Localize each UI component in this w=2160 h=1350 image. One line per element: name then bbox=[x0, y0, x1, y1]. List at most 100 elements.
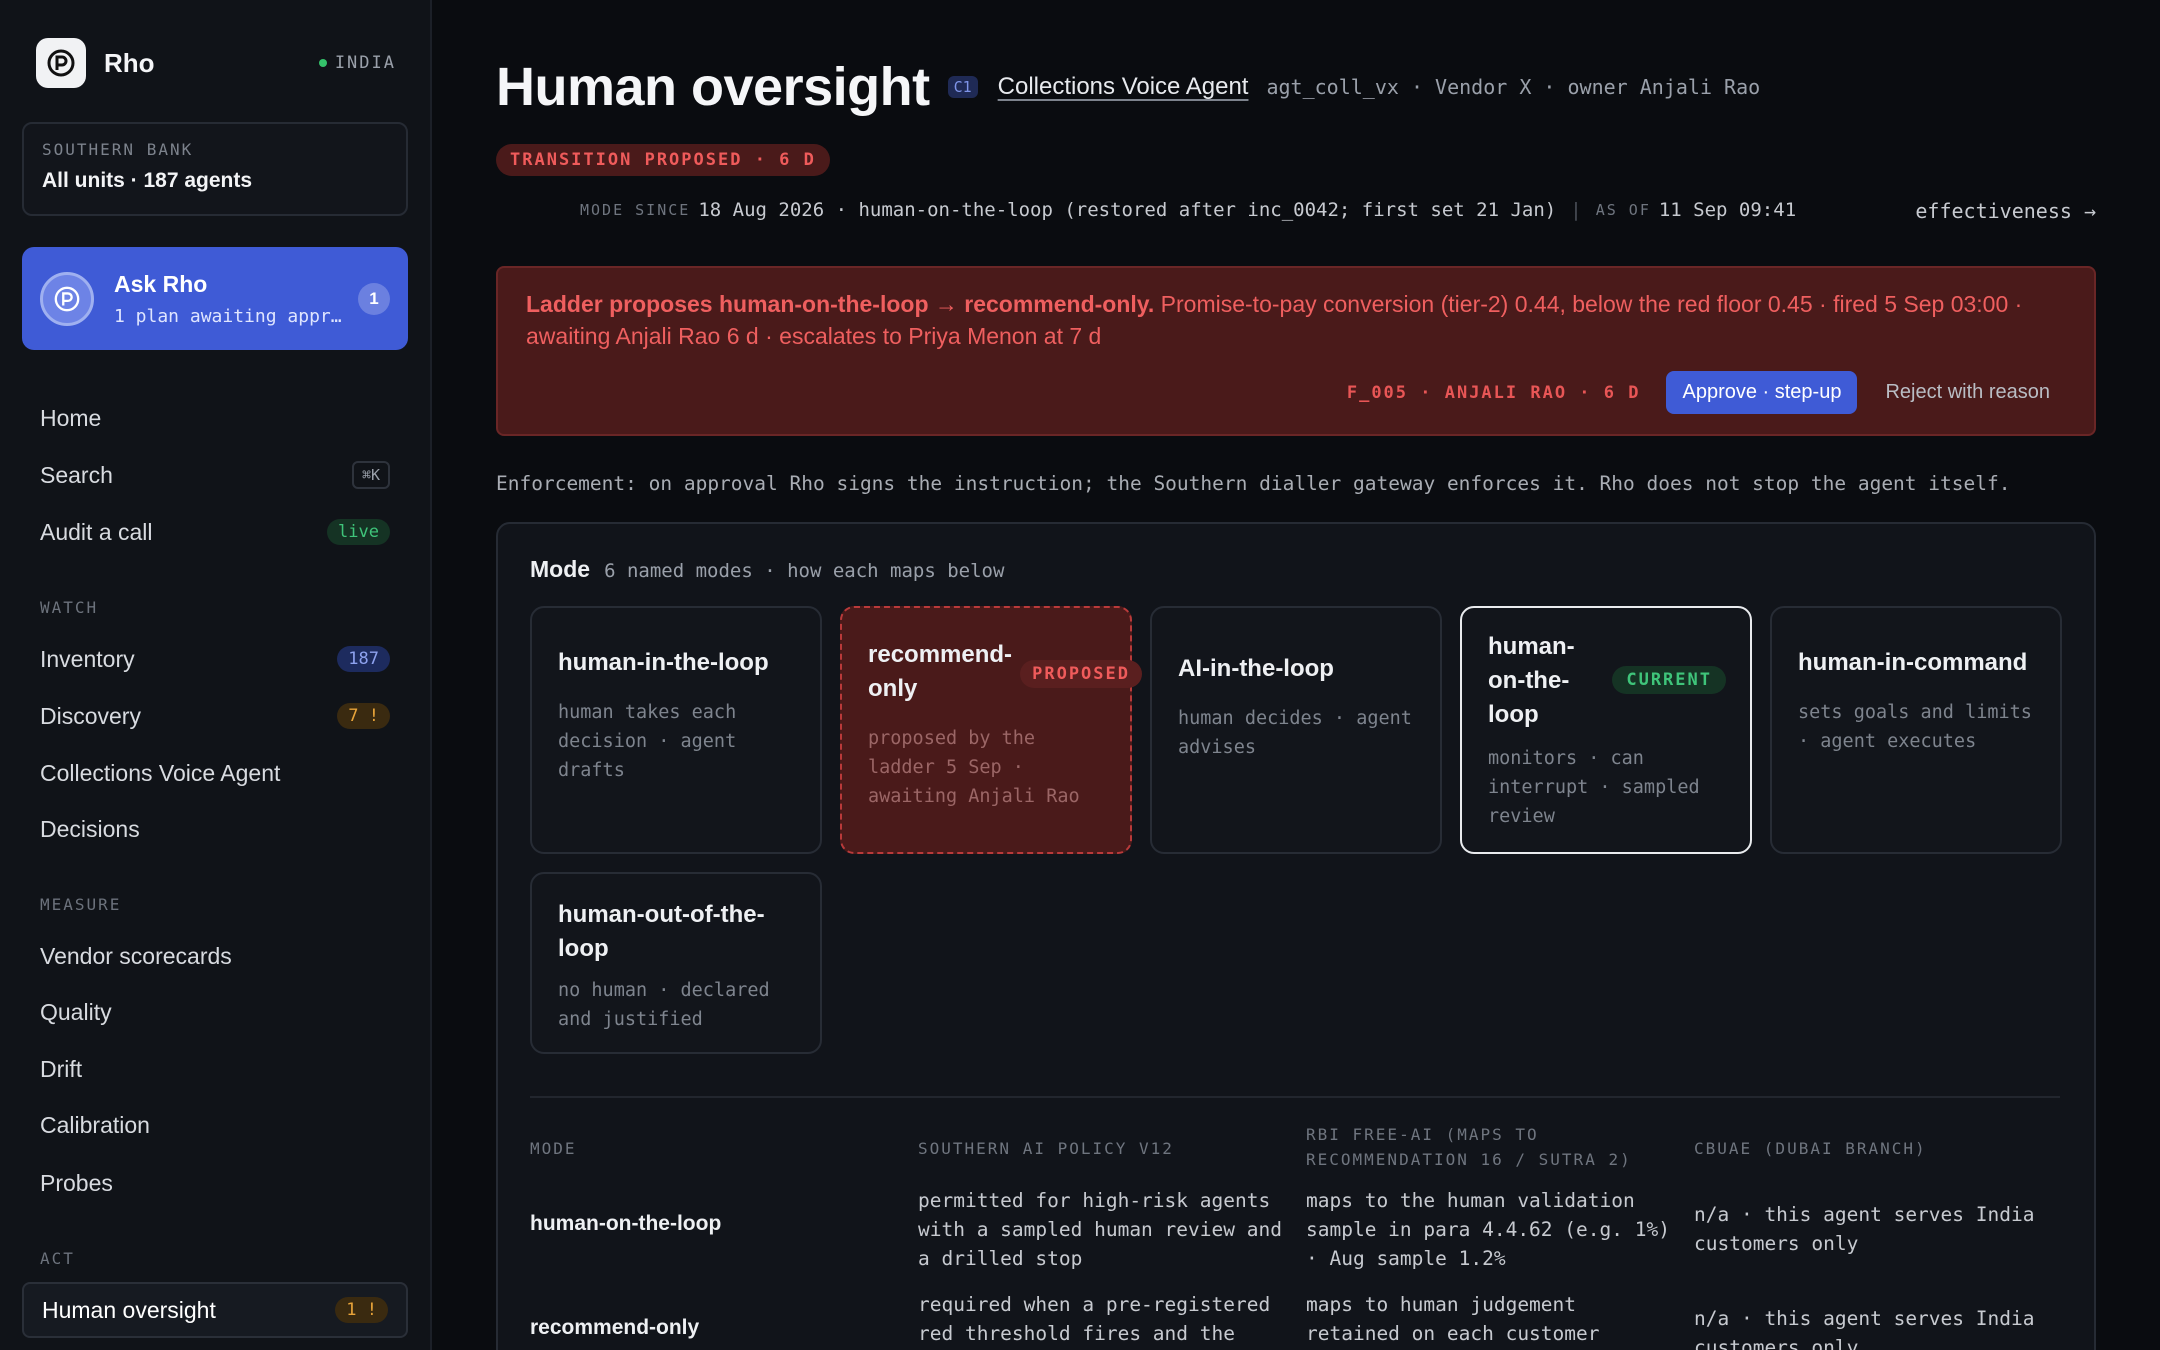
alert-meta: F_005 · ANJALI RAO · 6 D bbox=[1346, 382, 1641, 403]
table-header-southern-policy: SOUTHERN AI POLICY V12 bbox=[918, 1139, 1174, 1158]
table-header-rbi: RBI FREE-AI (MAPS TO RECOMMENDATION 16 /… bbox=[1306, 1125, 1632, 1169]
tier-badge: C1 bbox=[947, 76, 978, 98]
mode-description: proposed by the ladder 5 Sep · awaiting … bbox=[868, 728, 1080, 807]
live-badge: live bbox=[327, 519, 390, 545]
transition-status-badge: TRANSITION PROPOSED · 6 D bbox=[496, 144, 830, 176]
region-label: INDIA bbox=[334, 53, 396, 73]
mode-name: human-on-the-loop bbox=[1488, 633, 1575, 728]
org-value: All units · 187 agents bbox=[42, 169, 253, 192]
mode-description: sets goals and limits · agent executes bbox=[1798, 702, 2032, 752]
table-cell-mode: recommend-only bbox=[530, 1316, 700, 1339]
mode-card-recommend-only[interactable]: recommend-only proposed by the ladder 5 … bbox=[840, 606, 1142, 854]
mode-name: recommend-only bbox=[868, 641, 1013, 702]
reject-button[interactable]: Reject with reason bbox=[1885, 381, 2050, 404]
page-title: Human oversight bbox=[496, 57, 930, 117]
mode-since-value: 18 Aug 2026 · human-on-the-loop (restore… bbox=[698, 199, 1557, 221]
approve-button[interactable]: Approve · step-up bbox=[1666, 371, 1858, 414]
agent-meta: agt_coll_vx · Vendor X · owner Anjali Ra… bbox=[1266, 75, 1761, 99]
mode-name: AI-in-the-loop bbox=[1178, 655, 1334, 682]
sidebar-item-label: Drift bbox=[40, 1055, 83, 1082]
mode-card-ai-in-the-loop[interactable]: AI-in-the-loop human decides · agent adv… bbox=[1150, 606, 1442, 854]
ask-rho-count-badge: 1 bbox=[358, 282, 390, 315]
current-badge: CURRENT bbox=[1612, 666, 1726, 694]
mode-name: human-out-of-the-loop bbox=[558, 901, 765, 962]
panel-subtitle: 6 named modes · how each maps below bbox=[604, 560, 1005, 582]
table-cell: n/a · this agent serves India customers … bbox=[1694, 1203, 2035, 1255]
mode-description: human takes each decision · agent drafts bbox=[558, 702, 737, 781]
mode-card-human-out-of-the-loop[interactable]: human-out-of-the-loop no human · declare… bbox=[530, 872, 822, 1054]
brand-name: Rho bbox=[104, 47, 155, 78]
nav-section-watch: WATCH bbox=[40, 598, 99, 617]
sidebar-item-drift[interactable]: Drift bbox=[22, 1045, 408, 1093]
as-of-value: 11 Sep 09:41 bbox=[1658, 199, 1797, 221]
mode-card-human-in-command[interactable]: human-in-command sets goals and limits ·… bbox=[1770, 606, 2062, 854]
mode-description: monitors · can interrupt · sampled revie… bbox=[1488, 748, 1700, 827]
mode-since-label: MODE SINCE bbox=[580, 201, 691, 219]
org-switcher[interactable]: SOUTHERN BANK All units · 187 agents bbox=[22, 122, 408, 216]
sidebar: Rho INDIA SOUTHERN BANK All units · 187 … bbox=[0, 0, 432, 1350]
region-indicator[interactable]: INDIA bbox=[318, 53, 396, 73]
brand: Rho INDIA bbox=[36, 38, 396, 88]
sidebar-item-label: Vendor scorecards bbox=[40, 942, 232, 969]
sidebar-item-decisions[interactable]: Decisions bbox=[22, 805, 408, 853]
sidebar-item-search[interactable]: Search ⌘K bbox=[22, 451, 408, 499]
effectiveness-link[interactable]: effectiveness → bbox=[1915, 199, 2096, 223]
table-cell: n/a · this agent serves India customers … bbox=[1694, 1307, 2035, 1350]
transition-alert: Ladder proposes human-on-the-loop → reco… bbox=[496, 266, 2096, 436]
mode-name: human-in-command bbox=[1798, 649, 2028, 676]
ask-rho-button[interactable]: Ask Rho 1 plan awaiting approval 1 bbox=[22, 247, 408, 350]
sidebar-item-collections-voice-agent[interactable]: Collections Voice Agent bbox=[22, 749, 408, 797]
table-cell: permitted for high-risk agents with a sa… bbox=[918, 1189, 1282, 1270]
sidebar-item-label: Inventory bbox=[40, 645, 135, 672]
mode-description: human decides · agent advises bbox=[1178, 708, 1412, 758]
sidebar-item-audit[interactable]: Audit a call live bbox=[22, 508, 408, 556]
proposed-badge: PROPOSED bbox=[1020, 660, 1142, 688]
sidebar-item-label: Calibration bbox=[40, 1111, 150, 1138]
mode-description: no human · declared and justified bbox=[558, 980, 770, 1030]
agent-link[interactable]: Collections Voice Agent bbox=[998, 73, 1249, 101]
nav-section-act: ACT bbox=[40, 1249, 75, 1268]
sidebar-item-label: Quality bbox=[40, 998, 112, 1025]
mode-name: human-in-the-loop bbox=[558, 649, 769, 676]
divider bbox=[530, 1096, 2060, 1098]
ask-rho-title: Ask Rho bbox=[114, 270, 208, 297]
sidebar-item-inventory[interactable]: Inventory 187 bbox=[22, 635, 408, 683]
table-cell: maps to human judgement retained on each… bbox=[1306, 1293, 1600, 1345]
rho-avatar-icon bbox=[40, 271, 94, 326]
sidebar-item-label: Audit a call bbox=[40, 518, 153, 545]
separator: | bbox=[1570, 199, 1582, 221]
org-label: SOUTHERN BANK bbox=[42, 140, 194, 159]
sidebar-item-vendor-scorecards[interactable]: Vendor scorecards bbox=[22, 932, 408, 980]
sidebar-item-label: Decisions bbox=[40, 815, 140, 842]
sidebar-item-discovery[interactable]: Discovery 7 ! bbox=[22, 692, 408, 740]
sidebar-item-label: Home bbox=[40, 404, 102, 431]
sidebar-item-label: Collections Voice Agent bbox=[40, 759, 281, 786]
sidebar-item-probes[interactable]: Probes bbox=[22, 1159, 408, 1207]
enforcement-note: Enforcement: on approval Rho signs the i… bbox=[496, 472, 2011, 495]
sidebar-item-quality[interactable]: Quality bbox=[22, 988, 408, 1036]
panel-title: Mode bbox=[530, 556, 591, 582]
sidebar-item-home[interactable]: Home bbox=[22, 394, 408, 442]
alert-badge: 1 ! bbox=[335, 1297, 388, 1323]
sidebar-item-label: Discovery bbox=[40, 702, 141, 729]
mode-card-human-on-the-loop[interactable]: human-on-the-loop monitors · can interru… bbox=[1460, 606, 1752, 854]
table-cell-mode: human-on-the-loop bbox=[530, 1212, 722, 1235]
sidebar-item-label: Human oversight bbox=[42, 1296, 216, 1323]
as-of-label: AS OF bbox=[1595, 201, 1651, 219]
mode-card-human-in-the-loop[interactable]: human-in-the-loop human takes each decis… bbox=[530, 606, 822, 854]
table-header-cbuae: CBUAE (DUBAI BRANCH) bbox=[1694, 1139, 1927, 1158]
sidebar-item-label: Probes bbox=[40, 1169, 113, 1196]
table-header-mode: MODE bbox=[530, 1139, 577, 1158]
sidebar-item-label: Search bbox=[40, 461, 113, 488]
sidebar-item-calibration[interactable]: Calibration bbox=[22, 1101, 408, 1149]
ask-rho-subtitle: 1 plan awaiting approval bbox=[114, 305, 344, 327]
rho-logo-icon[interactable] bbox=[36, 38, 86, 88]
modes-panel: Mode 6 named modes · how each maps below… bbox=[496, 522, 2096, 1350]
status-dot-icon bbox=[318, 59, 327, 67]
nav-section-measure: MEASURE bbox=[40, 895, 122, 914]
alert-message: Ladder proposes human-on-the-loop → reco… bbox=[526, 288, 2066, 352]
alert-badge: 7 ! bbox=[337, 703, 390, 729]
main-content: Human oversight C1 Collections Voice Age… bbox=[434, 0, 2160, 1350]
table-cell: required when a pre-registered red thres… bbox=[918, 1293, 1271, 1345]
sidebar-item-human-oversight[interactable]: Human oversight 1 ! bbox=[22, 1282, 408, 1338]
